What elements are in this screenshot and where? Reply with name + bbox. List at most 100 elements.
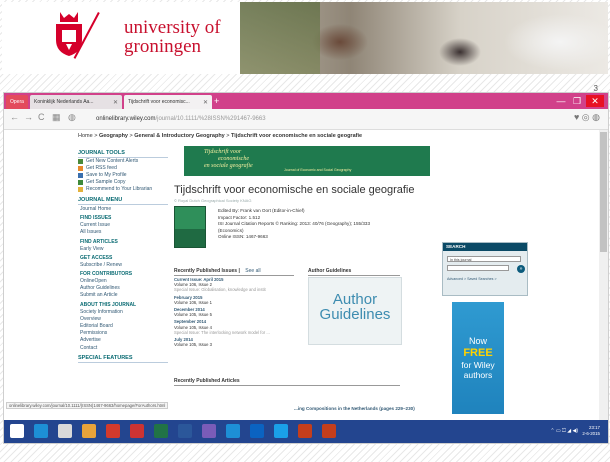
status-bar-url: onlinelibrary.wiley.com/journal/10.1111/… bbox=[6, 402, 169, 409]
tool-alerts[interactable]: Get New Content Alerts bbox=[78, 158, 168, 165]
taskbar-app-icon[interactable] bbox=[58, 424, 72, 438]
for-contributors-heading: FOR CONTRIBUTORS bbox=[80, 271, 133, 278]
breadcrumb-home[interactable]: Home bbox=[78, 133, 93, 139]
scroll-thumb[interactable] bbox=[600, 132, 607, 252]
list-item: December 2014 Volume 105, Issue 5 bbox=[174, 307, 294, 317]
menu-editorial-board[interactable]: Editorial Board bbox=[78, 322, 168, 329]
taskbar-app-icon[interactable] bbox=[250, 424, 264, 438]
tool-recommend[interactable]: Recommend to Your Librarian bbox=[78, 186, 168, 193]
author-guidelines-banner[interactable]: Author Guidelines bbox=[308, 277, 402, 345]
tab-journal[interactable]: Tijdschrift voor economisc... ✕ bbox=[124, 95, 212, 109]
taskbar-app-icon[interactable] bbox=[226, 424, 240, 438]
journal-copyright: © Royal Dutch Geographical Society KNAG bbox=[174, 198, 252, 203]
tool-sample[interactable]: Get Sample Copy bbox=[78, 179, 168, 186]
breadcrumb: Home > Geography > General & Introductor… bbox=[78, 133, 363, 139]
search-input[interactable] bbox=[447, 265, 509, 271]
search-scope-select[interactable]: In this journal bbox=[447, 256, 521, 262]
alert-icon bbox=[78, 159, 83, 164]
menu-current-issue[interactable]: Current Issue bbox=[78, 221, 168, 228]
sample-icon bbox=[78, 180, 83, 185]
breadcrumb-journal: Tijdschrift voor economische en sociale … bbox=[231, 133, 363, 139]
close-icon[interactable]: ✕ bbox=[113, 99, 118, 106]
taskbar-app-icon[interactable] bbox=[202, 424, 216, 438]
breadcrumb-general[interactable]: General & Introductory Geography bbox=[134, 133, 224, 139]
search-options: Advanced > Saved Searches > bbox=[447, 277, 497, 281]
minimize-button[interactable]: — bbox=[554, 95, 568, 107]
advanced-search-link[interactable]: Advanced > bbox=[447, 277, 466, 281]
tool-rss[interactable]: Get RSS feed bbox=[78, 165, 168, 172]
breadcrumb-geography[interactable]: Geography bbox=[99, 133, 128, 139]
author-guidelines-image-text: Author Guidelines bbox=[319, 291, 391, 323]
site-info-icon[interactable]: ◍ bbox=[68, 112, 76, 123]
cover-banner-subtitle: Journal of Economic and Social Geography bbox=[284, 168, 352, 172]
journal-tools-heading: JOURNAL TOOLS bbox=[78, 149, 168, 158]
about-heading: ABOUT THIS JOURNAL bbox=[80, 301, 137, 308]
taskbar-app-icon[interactable] bbox=[274, 424, 288, 438]
taskbar-app-icon[interactable] bbox=[34, 424, 48, 438]
start-icon[interactable] bbox=[10, 424, 24, 438]
list-item: Current Issue: April 2015 Volume 106, Is… bbox=[174, 277, 294, 293]
wiley-authors-ad[interactable]: Now FREE for Wiley authors bbox=[452, 302, 504, 414]
menu-submit-article[interactable]: Submit an Article bbox=[78, 291, 168, 298]
browser-toolbar-icons[interactable]: ♥ ◎ ◍ bbox=[574, 112, 600, 123]
menu-all-issues[interactable]: All Issues bbox=[78, 228, 168, 235]
taskbar-app-icon[interactable] bbox=[106, 424, 120, 438]
menu-journal-home[interactable]: Journal Home bbox=[78, 205, 168, 212]
special-features-heading: SPECIAL FEATURES bbox=[78, 354, 168, 363]
browser-screenshot: Opera Koninklijk Nederlands Aa... ✕ Tijds… bbox=[3, 92, 609, 444]
banner-photo bbox=[240, 2, 608, 74]
journal-sidebar: JOURNAL TOOLS Get New Content Alerts Get… bbox=[78, 146, 168, 418]
menu-author-guidelines[interactable]: Author Guidelines bbox=[78, 284, 168, 291]
address-bar[interactable]: onlinelibrary.wiley.com/journal/10.1111/… bbox=[96, 113, 396, 125]
menu-permissions[interactable]: Permissions bbox=[78, 329, 168, 336]
see-all-link[interactable]: See all bbox=[245, 268, 260, 274]
university-crest-logo bbox=[56, 12, 82, 56]
slide-banner: university of groningen bbox=[2, 2, 608, 74]
speed-dial-icon[interactable]: ▦ bbox=[52, 112, 61, 123]
journal-cover-banner: Tijdschrift voor economische en sociale … bbox=[184, 146, 430, 176]
menu-early-view[interactable]: Early View bbox=[78, 245, 168, 252]
cover-banner-title: Tijdschrift voor economische en sociale … bbox=[204, 149, 253, 169]
journal-menu-heading: JOURNAL MENU bbox=[78, 196, 168, 205]
close-window-button[interactable]: ✕ bbox=[586, 95, 604, 107]
recommend-icon bbox=[78, 187, 83, 192]
new-tab-button[interactable]: + bbox=[214, 97, 224, 106]
maximize-button[interactable]: ❐ bbox=[570, 95, 584, 107]
close-icon[interactable]: ✕ bbox=[203, 99, 208, 106]
taskbar-app-icon[interactable] bbox=[154, 424, 168, 438]
rss-icon bbox=[78, 166, 83, 171]
tab-knag[interactable]: Koninklijk Nederlands Aa... ✕ bbox=[30, 95, 122, 109]
recent-issues-list: Current Issue: April 2015 Volume 106, Is… bbox=[174, 277, 294, 349]
taskbar-app-icon[interactable] bbox=[322, 424, 336, 438]
taskbar-clock[interactable]: 23:17 2-6-2015 bbox=[582, 425, 600, 437]
journal-ranking: ISI Journal Citation Reports © Ranking: … bbox=[218, 221, 371, 226]
recent-issues-heading: Recently Published Issues | See all bbox=[174, 268, 294, 276]
saved-searches-link[interactable]: Saved Searches > bbox=[467, 277, 496, 281]
taskbar-app-icon[interactable] bbox=[82, 424, 96, 438]
tab-opera[interactable]: Opera bbox=[6, 95, 28, 109]
list-item: September 2014 Volume 105, Issue 4 Speci… bbox=[174, 319, 294, 335]
taskbar-app-icon[interactable] bbox=[298, 424, 312, 438]
back-icon[interactable]: ← bbox=[10, 112, 19, 122]
page-scrollbar[interactable] bbox=[599, 130, 608, 420]
reload-icon[interactable]: C bbox=[38, 112, 45, 122]
menu-society-info[interactable]: Society Information bbox=[78, 308, 168, 315]
article-link[interactable]: ...ing Compositions in the Netherlands (… bbox=[294, 406, 415, 411]
journal-cover-image[interactable] bbox=[174, 206, 206, 248]
search-go-button[interactable]: » bbox=[517, 265, 525, 273]
menu-online-open[interactable]: OnlineOpen bbox=[78, 277, 168, 284]
menu-advertise[interactable]: Advertise bbox=[78, 336, 168, 343]
windows-taskbar: ⌃ ▭ ⏍ ◢ ◀) 23:17 2-6-2015 bbox=[4, 420, 608, 443]
system-tray[interactable]: ⌃ ▭ ⏍ ◢ ◀) bbox=[550, 428, 578, 434]
forward-icon[interactable]: → bbox=[24, 112, 33, 122]
taskbar-app-icon[interactable] bbox=[130, 424, 144, 438]
tool-save[interactable]: Save to My Profile bbox=[78, 172, 168, 179]
journal-issn: Online ISSN: 1467-9663 bbox=[218, 234, 268, 239]
author-guidelines-heading: Author Guidelines bbox=[308, 268, 400, 276]
taskbar-app-icon[interactable] bbox=[178, 424, 192, 438]
menu-overview[interactable]: Overview bbox=[78, 315, 168, 322]
list-item: February 2015 Volume 106, Issue 1 bbox=[174, 295, 294, 305]
menu-subscribe[interactable]: Subscribe / Renew bbox=[78, 261, 168, 268]
menu-contact[interactable]: Contact bbox=[78, 344, 168, 351]
find-issues-heading: FIND ISSUES bbox=[80, 215, 112, 222]
